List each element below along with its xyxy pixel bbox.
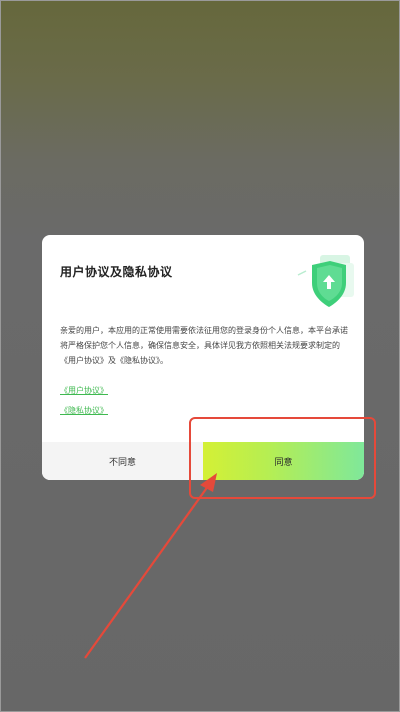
dialog-title: 用户协议及隐私协议 bbox=[60, 265, 173, 279]
dialog-button-row: 不同意 同意 bbox=[42, 442, 364, 480]
dialog-body-text: 亲爱的用户，本应用的正常使用需要依法征用您的登录身份个人信息，本平台承诺将严格保… bbox=[60, 326, 348, 365]
shield-check-icon bbox=[290, 251, 356, 313]
disagree-button[interactable]: 不同意 bbox=[42, 442, 203, 480]
privacy-agreement-link[interactable]: 《隐私协议》 bbox=[60, 405, 108, 416]
user-agreement-link[interactable]: 《用户协议》 bbox=[60, 385, 108, 396]
app-background: 用户协议及隐私协议 亲爱的用户，本应用的正常使用需要依法征用您的登录身份个人信息… bbox=[0, 0, 400, 712]
agreement-dialog: 用户协议及隐私协议 亲爱的用户，本应用的正常使用需要依法征用您的登录身份个人信息… bbox=[42, 235, 364, 480]
agree-button[interactable]: 同意 bbox=[203, 442, 364, 480]
